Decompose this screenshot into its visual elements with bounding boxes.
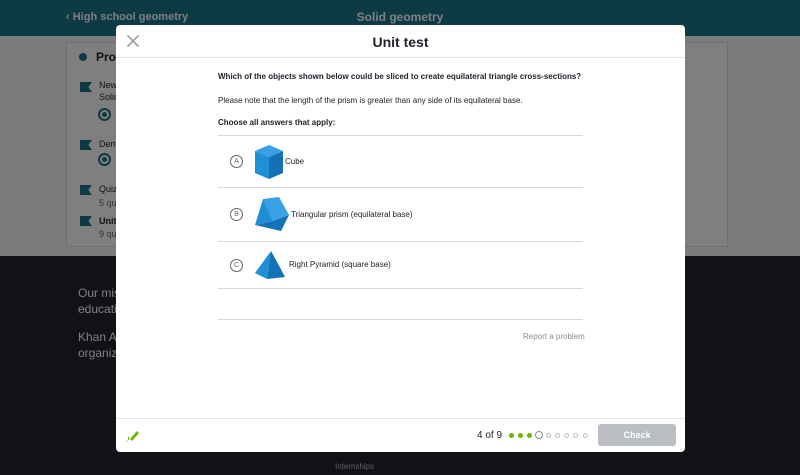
choice-a[interactable]: A Cube <box>218 136 583 188</box>
progress-dot <box>527 433 533 438</box>
cube-image <box>255 145 283 179</box>
modal-footer: 4 of 9 Check <box>116 418 685 452</box>
choice-b[interactable]: B Triangular prism (equilateral base) <box>218 188 583 241</box>
progress-dot <box>573 433 579 438</box>
answer-instruction: Choose all answers that apply: <box>218 118 336 127</box>
choice-label: Triangular prism (equilateral base) <box>291 210 413 219</box>
progress-dot <box>555 433 560 438</box>
divider <box>218 319 583 320</box>
scratchpad-pencil-icon[interactable] <box>125 428 141 444</box>
progress-text: 4 of 9 <box>477 430 503 441</box>
choice-letter: C <box>230 259 243 272</box>
modal-header: Unit test <box>116 25 685 58</box>
progress-dot <box>509 433 514 438</box>
progress-dot <box>535 431 544 439</box>
triangular-prism-image <box>255 197 289 231</box>
choice-label: Right Pyramid (square base) <box>289 260 391 269</box>
unit-test-modal: Unit test Which of the objects shown bel… <box>116 25 685 452</box>
choice-letter: A <box>230 155 243 168</box>
choice-c[interactable]: C Right Pyramid (square base) <box>218 242 583 288</box>
progress-dot <box>545 433 551 438</box>
choice-letter: B <box>230 208 243 221</box>
choice-label: Cube <box>285 157 305 166</box>
report-problem-link[interactable]: Report a problem <box>523 332 585 341</box>
square-pyramid-image <box>255 251 285 279</box>
question-note: Please note that the length of the prism… <box>218 96 523 105</box>
modal-title: Unit test <box>372 34 429 50</box>
question-text: Which of the objects shown below could b… <box>218 72 582 81</box>
divider <box>218 288 583 289</box>
check-button[interactable]: Check <box>598 424 676 446</box>
progress-dot <box>518 433 524 438</box>
progress-dot <box>582 433 588 438</box>
progress-dot <box>564 433 570 438</box>
